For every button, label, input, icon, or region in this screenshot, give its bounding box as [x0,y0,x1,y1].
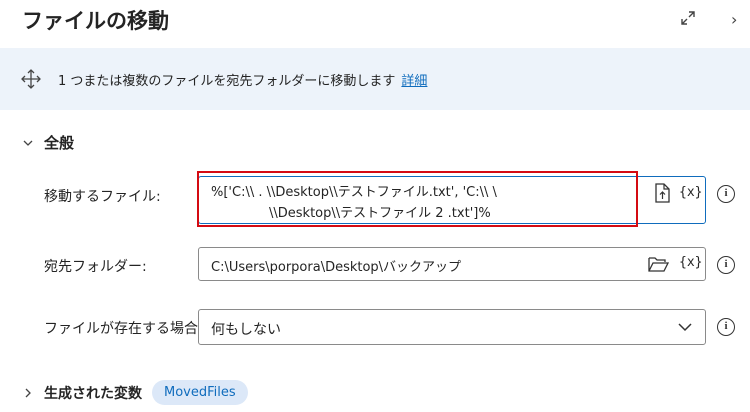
select-file-icon[interactable] [651,182,673,204]
variable-badge[interactable]: MovedFiles [152,380,248,405]
help-icon[interactable]: i [717,318,735,336]
details-link[interactable]: 詳細 [401,74,427,89]
if-file-exists-dropdown[interactable]: 何もしない [198,309,706,345]
files-to-move-input[interactable]: %['C:\\ . \\Desktop\\テストファイル.txt', 'C:\\… [198,176,706,224]
if-file-exists-label: ファイルが存在する場合: [44,321,203,337]
move-arrows-icon [21,69,41,89]
destination-folder-label: 宛先フォルダー: [44,259,147,275]
variables-section-title: 生成された変数 [44,385,142,402]
files-to-move-value: %['C:\\ . \\Desktop\\テストファイル.txt', 'C:\\… [211,182,631,224]
title-bar: ファイルの移動 › [0,0,750,46]
dialog-title: ファイルの移動 [22,9,169,33]
files-to-move-label: 移動するファイル: [44,189,161,205]
variables-section-header[interactable]: 生成された変数 MovedFiles [22,380,248,405]
general-section-header[interactable]: 全般 [22,132,74,153]
insert-variable-button[interactable]: {x} [679,185,702,200]
files-to-move-line1: %['C:\\ . \\Desktop\\テストファイル.txt', 'C:\\… [211,185,497,200]
chevron-right-icon [25,388,31,397]
folder-icon[interactable] [647,253,669,275]
destination-folder-value: C:\Users\porpora\Desktop\バックアップ [211,260,462,275]
close-icon[interactable]: › [731,10,737,29]
general-section-title: 全般 [44,134,75,152]
chevron-down-icon [23,140,33,146]
destination-folder-input[interactable]: C:\Users\porpora\Desktop\バックアップ {x} [198,247,706,281]
info-text: 1 つまたは複数のファイルを宛先フォルダーに移動します [58,74,396,89]
chevron-down-icon [678,323,692,332]
expand-icon[interactable] [680,10,696,26]
files-to-move-line2: \\Desktop\\テストファイル 2 .txt']% [269,206,491,221]
insert-variable-button[interactable]: {x} [679,255,702,270]
help-icon[interactable]: i [717,256,735,274]
info-bar: 1 つまたは複数のファイルを宛先フォルダーに移動します 詳細 [0,48,750,110]
if-file-exists-value: 何もしない [211,322,281,338]
help-icon[interactable]: i [717,185,735,203]
info-description: 1 つまたは複数のファイルを宛先フォルダーに移動します 詳細 [58,70,427,89]
